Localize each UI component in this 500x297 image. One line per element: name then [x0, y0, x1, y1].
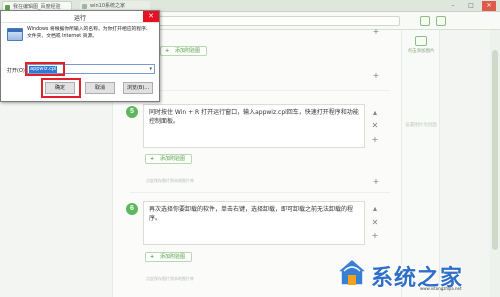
add-step-icon[interactable]: +	[371, 136, 379, 144]
minimize-icon[interactable]: –	[446, 1, 460, 11]
add-image-label: 添加附验图	[175, 48, 201, 54]
step-number-badge: 6	[126, 203, 138, 215]
cover-hint: 设置图片为封面	[405, 122, 437, 128]
extension-icon[interactable]	[420, 16, 430, 26]
add-image-button[interactable]: + 添加附验图	[145, 154, 193, 164]
delete-step-icon[interactable]: ✕	[371, 219, 379, 227]
run-dialog-title: 运行	[73, 15, 86, 22]
move-up-icon[interactable]: ▴	[371, 109, 379, 117]
upload-cover-button[interactable]: 点击添加图片	[405, 36, 437, 54]
run-dialog: 运行 ✕ Windows 将根据你所输入的名称，为你打开相应的程序、文件夹、文档…	[0, 10, 160, 102]
add-image-button[interactable]: + 添加附验图	[145, 252, 193, 262]
chevron-down-icon[interactable]: ▾	[149, 66, 152, 72]
plus-icon: +	[150, 254, 155, 260]
add-image-button[interactable]: + 添加附验图	[160, 46, 208, 56]
close-window-icon[interactable]: ✕	[482, 1, 496, 11]
house-logo-icon	[335, 258, 369, 286]
delete-step-icon[interactable]: ✕	[371, 122, 379, 130]
tab-favicon-icon	[82, 4, 87, 9]
step-text: 再次选择你要卸载的软件，单击右键，选择卸载，即可卸载之前无法卸载的程序。	[149, 206, 354, 222]
step-number-badge: 5	[126, 106, 138, 118]
menu-icon[interactable]	[436, 16, 446, 26]
image-upload-icon	[415, 36, 427, 46]
watermark-url: www.xitongzhijia.net	[420, 286, 462, 291]
watermark: 系统之家 www.xitongzhijia.net	[335, 252, 495, 292]
source-note: 点此保存图片到本地图片库	[146, 178, 194, 183]
add-step-icon[interactable]: +	[371, 232, 379, 240]
scrollbar-thumb[interactable]	[492, 50, 498, 250]
cancel-button[interactable]: 取消	[85, 82, 115, 94]
run-description: Windows 将根据你所输入的名称，为你打开相应的程序、文件夹、文档或 Int…	[27, 27, 151, 39]
add-image-label: 添加附验图	[160, 254, 186, 260]
highlight-box	[25, 62, 65, 76]
tab-label: win10系统之家	[90, 3, 126, 9]
step-divider	[130, 90, 390, 91]
run-dialog-titlebar[interactable]: 运行 ✕	[1, 11, 159, 23]
window-controls: – □ ✕	[446, 1, 496, 11]
cover-hint-label: 设置图片为封面	[405, 123, 437, 128]
add-step-icon[interactable]: +	[372, 72, 380, 80]
plus-icon: +	[150, 156, 155, 162]
step-text-box[interactable]: 同时按住 Win + R 打开运行窗口，输入appwiz.cpl回车，快速打开程…	[143, 104, 365, 148]
highlight-box	[41, 78, 81, 98]
upload-cover-label: 点击添加图片	[407, 49, 435, 54]
address-bar[interactable]	[150, 16, 400, 26]
add-step-icon[interactable]: +	[372, 178, 380, 186]
close-icon[interactable]: ✕	[143, 11, 159, 22]
run-program-icon	[7, 28, 23, 41]
source-note: 点此保存图片到本地图片库	[146, 276, 194, 281]
add-step-icon[interactable]: +	[372, 28, 380, 36]
browse-button[interactable]: 浏览(B)...	[123, 82, 153, 94]
plus-icon: +	[165, 48, 170, 54]
move-up-icon[interactable]: ▴	[371, 205, 379, 213]
open-label: 打开(O):	[7, 68, 27, 74]
add-image-label: 添加附验图	[160, 156, 186, 162]
step-text: 同时按住 Win + R 打开运行窗口，输入appwiz.cpl回车，快速打开程…	[149, 109, 359, 125]
step-divider	[130, 192, 390, 193]
maximize-icon[interactable]: □	[464, 1, 478, 11]
step-text-box[interactable]: 再次选择你要卸载的软件，单击右键，选择卸载，即可卸载之前无法卸载的程序。	[143, 201, 365, 245]
